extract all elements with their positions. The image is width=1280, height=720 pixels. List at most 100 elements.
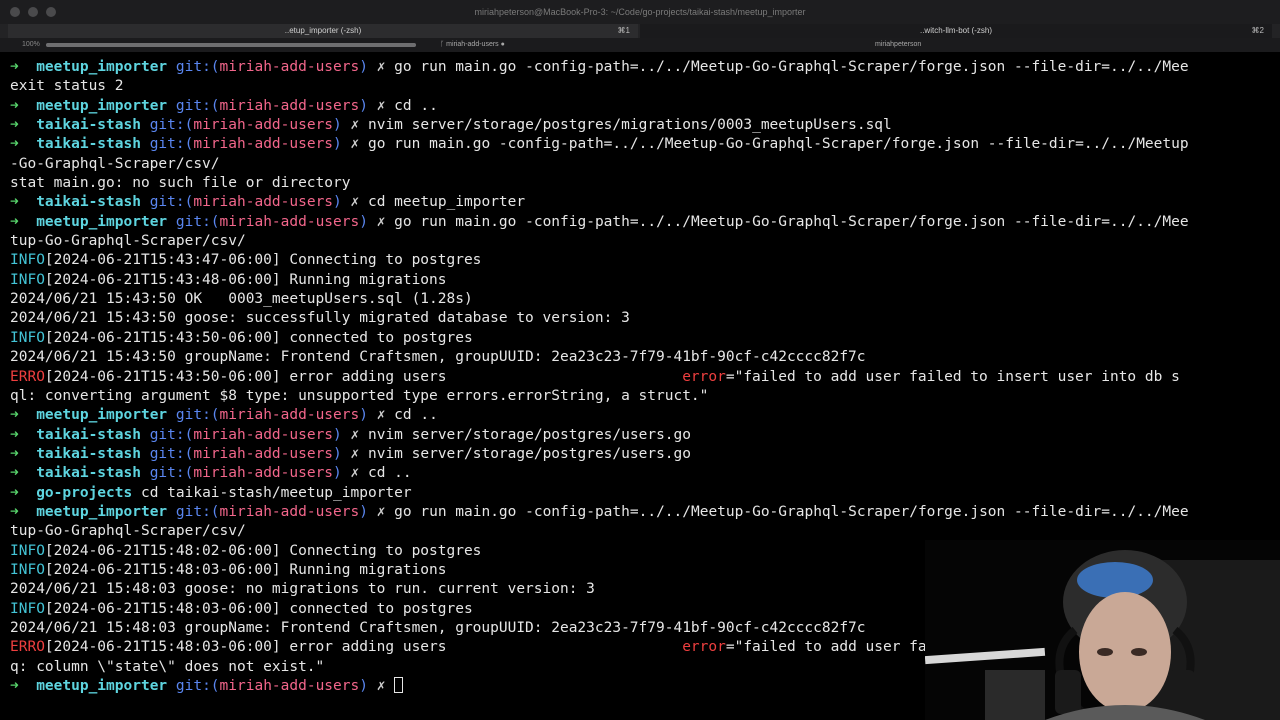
log-timestamp: [2024-06-21T15:48:03-06:00]	[44, 561, 281, 578]
dirty-mark-icon: ✗	[350, 426, 360, 443]
prompt-command: cd meetup_importer	[367, 194, 526, 211]
terminal-line: tup-Go-Graphql-Scraper/csv/	[10, 522, 1272, 541]
git-branch: miriah-add-users	[219, 97, 360, 114]
prompt-directory: taikai-stash	[36, 136, 141, 153]
git-label: git:(	[175, 59, 220, 75]
prompt-directory: taikai-stash	[36, 117, 141, 134]
log-padding	[447, 639, 683, 655]
dirty-mark-icon: ✗	[350, 194, 360, 211]
git-label: git:(	[149, 117, 194, 134]
log-message: error adding users	[289, 639, 447, 656]
prompt-arrow-icon: ➜	[10, 465, 19, 482]
dirty-mark-icon: ✗	[376, 678, 386, 694]
log-padding	[447, 369, 683, 385]
streamer-webcam-image	[925, 540, 1280, 720]
tab-label: ..witch-llm-bot (-zsh)	[919, 26, 992, 35]
output-text: -Go-Graphql-Scraper/csv/	[10, 155, 220, 172]
git-branch: miriah-add-users	[219, 678, 360, 694]
prompt-command: go run main.go -config-path=../../Meetup…	[394, 503, 1189, 520]
git-branch: miriah-add-users	[193, 465, 334, 482]
terminal-line: INFO[2024-06-21T15:43:48-06:00] Running …	[10, 271, 1272, 290]
prompt-directory: meetup_importer	[36, 213, 168, 230]
git-branch: miriah-add-users	[219, 59, 360, 75]
tab-shortcut-icon: ⌘1	[617, 26, 630, 35]
tab-bar: ..etup_importer (-zsh) ⌘1 ..witch-llm-bo…	[0, 24, 1280, 38]
window-titlebar: miriahpeterson@MacBook-Pro-3: ~/Code/go-…	[0, 0, 1280, 25]
prompt-directory: taikai-stash	[36, 426, 141, 443]
git-label: git:(	[149, 426, 194, 443]
prompt-arrow-icon: ➜	[10, 213, 19, 230]
prompt-directory: taikai-stash	[36, 445, 141, 462]
log-message: connected to postgres	[289, 329, 473, 346]
git-label-close: )	[359, 59, 368, 75]
prompt-arrow-icon: ➜	[10, 503, 19, 520]
output-text: tup-Go-Graphql-Scraper/csv/	[10, 233, 246, 250]
terminal-line: ➜ meetup_importer git:(miriah-add-users)…	[10, 503, 1272, 522]
output-text: 2024/06/21 15:43:50 goose: successfully …	[10, 310, 630, 327]
git-label-close: )	[333, 426, 342, 443]
prompt-arrow-icon: ➜	[10, 445, 19, 462]
git-label-close: )	[333, 445, 342, 462]
git-label: git:(	[149, 194, 194, 211]
git-label-close: )	[359, 407, 368, 424]
git-label-close: )	[333, 136, 342, 153]
log-level-info: INFO	[10, 329, 45, 346]
log-level-error: ERRO	[10, 368, 45, 385]
terminal-line: INFO[2024-06-21T15:43:47-06:00] Connecti…	[10, 251, 1272, 270]
terminal-line: 2024/06/21 15:43:50 OK 0003_meetupUsers.…	[10, 290, 1272, 309]
git-label-close: )	[359, 213, 368, 230]
log-timestamp: [2024-06-21T15:48:03-06:00]	[44, 600, 281, 617]
git-label: git:(	[149, 465, 194, 482]
prompt-command: nvim server/storage/postgres/users.go	[367, 426, 691, 443]
terminal-line: ➜ go-projects cd taikai-stash/meetup_imp…	[10, 484, 1272, 503]
output-text: q: column \"state\" does not exist."	[10, 658, 325, 675]
log-level-info: INFO	[10, 252, 45, 269]
git-label: git:(	[149, 136, 194, 153]
progress-fill	[46, 43, 416, 47]
git-label: git:(	[175, 213, 220, 230]
tab-twitch-llm-bot[interactable]: ..witch-llm-bot (-zsh) ⌘2	[640, 24, 1272, 38]
log-timestamp: [2024-06-21T15:48:02-06:00]	[44, 542, 281, 559]
error-value: ="failed to add user failed to insert us…	[725, 368, 1180, 385]
terminal-line: ➜ taikai-stash git:(miriah-add-users) ✗ …	[10, 426, 1272, 445]
git-label: git:(	[175, 407, 220, 424]
error-value: ="failed to add user fa	[725, 639, 927, 656]
prompt-arrow-icon: ➜	[10, 678, 19, 694]
prompt-arrow-icon: ➜	[10, 117, 19, 134]
tab-label: ..etup_importer (-zsh)	[284, 26, 362, 35]
output-text: tup-Go-Graphql-Scraper/csv/	[10, 523, 246, 540]
prompt-arrow-icon: ➜	[10, 136, 19, 153]
prompt-arrow-icon: ➜	[10, 194, 19, 211]
terminal-line: ➜ taikai-stash git:(miriah-add-users) ✗ …	[10, 116, 1272, 135]
terminal-line: INFO[2024-06-21T15:43:50-06:00] connecte…	[10, 329, 1272, 348]
prompt-directory: go-projects	[36, 484, 133, 501]
dirty-mark-icon: ✗	[376, 407, 386, 424]
log-message: Running migrations	[289, 561, 447, 578]
session-progress-bar	[46, 43, 416, 47]
window-title: miriahpeterson@MacBook-Pro-3: ~/Code/go-…	[474, 7, 806, 17]
prompt-arrow-icon: ➜	[10, 484, 19, 501]
error-key: error	[682, 368, 726, 385]
prompt-command: go run main.go -config-path=../../Meetup…	[394, 59, 1189, 75]
git-label-close: )	[359, 678, 368, 694]
prompt-command: cd taikai-stash/meetup_importer	[140, 484, 412, 501]
terminal-line: ➜ meetup_importer git:(miriah-add-users)…	[10, 406, 1272, 425]
prompt-command: cd ..	[367, 465, 412, 482]
dirty-mark-icon: ✗	[376, 503, 386, 520]
tab-meetup-importer[interactable]: ..etup_importer (-zsh) ⌘1	[8, 24, 638, 38]
output-text: 2024/06/21 15:48:03 groupName: Frontend …	[10, 619, 866, 636]
git-branch: miriah-add-users	[193, 117, 334, 134]
git-branch: miriah-add-users	[219, 407, 360, 424]
prompt-directory: meetup_importer	[36, 407, 168, 424]
prompt-command: go run main.go -config-path=../../Meetup…	[367, 136, 1189, 153]
terminal-line: tup-Go-Graphql-Scraper/csv/	[10, 232, 1272, 251]
terminal-line: ➜ taikai-stash git:(miriah-add-users) ✗ …	[10, 445, 1272, 464]
git-label: git:(	[149, 445, 194, 462]
log-timestamp: [2024-06-21T15:48:03-06:00]	[44, 639, 281, 656]
error-key: error	[682, 639, 726, 656]
terminal-line: exit status 2	[10, 77, 1272, 96]
git-branch: miriah-add-users	[193, 426, 334, 443]
terminal-cursor[interactable]	[394, 677, 404, 693]
terminal-line: stat main.go: no such file or directory	[10, 174, 1272, 193]
prompt-directory: meetup_importer	[36, 59, 168, 75]
